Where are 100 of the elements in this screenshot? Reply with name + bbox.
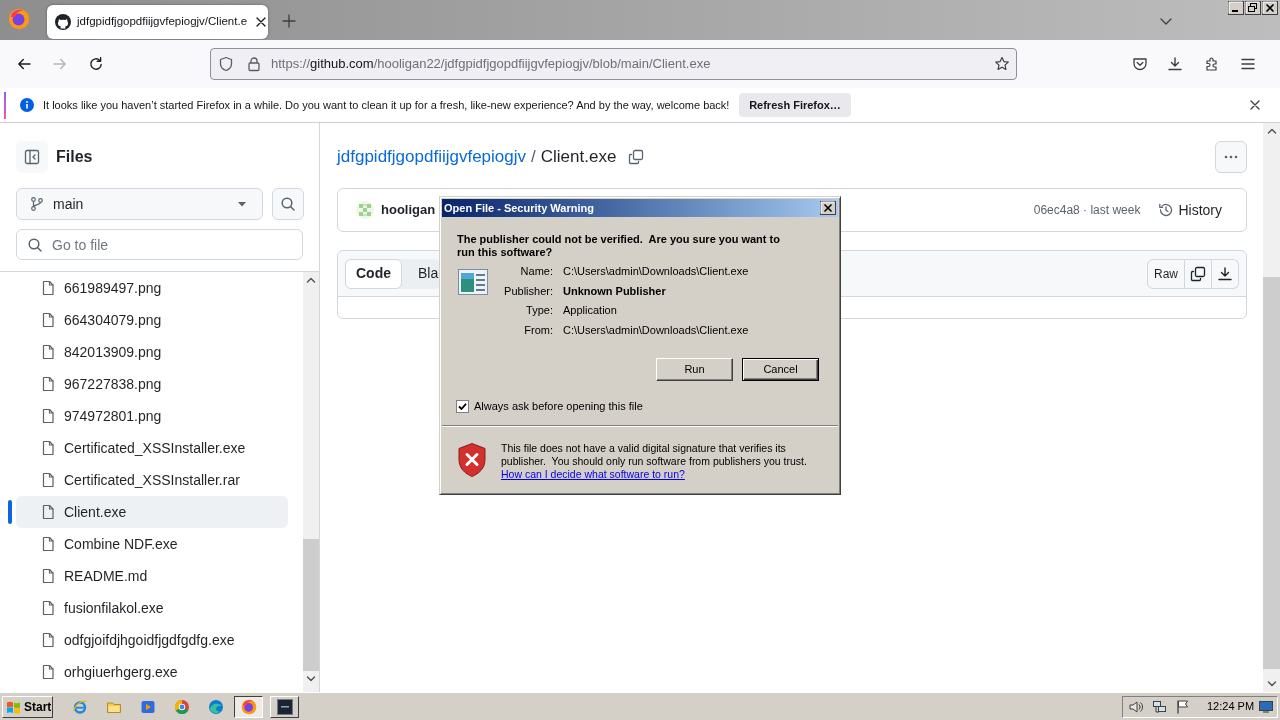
star-icon[interactable] — [994, 56, 1010, 72]
browser-tab[interactable]: jdfgpidfjgopdfiijgvfepiogjv/Client.e — [47, 5, 268, 39]
speaker-icon[interactable] — [1128, 698, 1144, 715]
field-value: C:\Users\admin\Downloads\Client.exe — [563, 322, 749, 338]
console-icon — [276, 698, 293, 715]
checkbox[interactable] — [456, 399, 469, 413]
scrollbar-thumb[interactable] — [303, 539, 319, 671]
scrollbar[interactable] — [1263, 123, 1280, 692]
refresh-button[interactable]: Refresh Firefox… — [739, 93, 851, 117]
ring-logo-icon[interactable] — [174, 698, 190, 715]
scrollbar-thumb[interactable] — [1263, 277, 1280, 669]
notification-message: It looks like you haven’t started Firefox in a while. Do you want to clean it up for a fresh, like-new experience? And by the way, welcome back! — [43, 97, 730, 113]
file-item[interactable]: Certificated_XSSInstaller.rar — [16, 464, 288, 496]
file-item[interactable]: Certificated_XSSInstaller.exe — [16, 432, 288, 464]
play-icon[interactable] — [140, 698, 156, 715]
branch-icon — [29, 196, 45, 212]
back-icon[interactable] — [16, 56, 32, 72]
file-icon — [40, 536, 56, 552]
avatar-icon — [356, 201, 374, 219]
field-value: C:\Users\admin\Downloads\Client.exe — [563, 264, 749, 279]
sidebar-panel-icon — [24, 149, 40, 165]
file-item[interactable]: 842013909.png — [16, 336, 288, 368]
minimize-icon[interactable] — [1228, 1, 1244, 15]
file-icon — [40, 472, 56, 488]
file-icon — [40, 504, 56, 520]
file-icon — [40, 408, 56, 424]
history-icon — [1158, 202, 1175, 218]
plus-icon[interactable] — [281, 13, 297, 29]
clock[interactable]: 12:24 PM — [1207, 698, 1255, 715]
close-icon[interactable] — [1262, 1, 1278, 15]
file-icon — [40, 632, 56, 648]
reload-icon[interactable] — [88, 56, 104, 72]
field-label: Name: — [519, 264, 553, 279]
file-icon — [40, 568, 56, 584]
info-icon — [20, 98, 34, 112]
browser-logo-icon — [240, 698, 257, 715]
file-icon — [40, 344, 56, 360]
repo-link[interactable]: jdfgpidfjgopdfiijgvfepiogjv — [337, 144, 527, 170]
file-item[interactable]: orhgiuerhgerg.exe — [16, 656, 288, 688]
copy-icon[interactable] — [628, 149, 645, 165]
field-value: Unknown Publisher — [563, 283, 667, 299]
search-icon — [27, 237, 43, 253]
field-label: Publisher: — [503, 283, 553, 299]
file-item[interactable]: 664304079.png — [16, 304, 288, 336]
file-icon — [40, 280, 56, 296]
dialog-heading: The publisher could not be verified. Are you sure you want to run this software? — [457, 233, 781, 259]
chevron-badge-icon[interactable] — [1132, 56, 1148, 72]
help-link[interactable]: How can I decide what software to run? — [501, 467, 685, 481]
file-item[interactable]: 974972801.png — [16, 400, 288, 432]
field-value: Application — [563, 303, 618, 318]
file-item[interactable]: 661989497.png — [16, 272, 288, 304]
file-search-field[interactable]: Go to file — [16, 229, 303, 260]
shield-icon[interactable] — [218, 56, 234, 72]
file-icon — [40, 376, 56, 392]
file-icon — [40, 664, 56, 680]
field-label: Type: — [525, 303, 553, 318]
start-button[interactable]: Start — [2, 695, 53, 718]
dialog-button[interactable]: Run — [656, 358, 733, 381]
file-item[interactable]: README.md — [16, 560, 288, 592]
taskbar-window-button[interactable] — [234, 695, 263, 718]
branch-select[interactable]: main — [16, 188, 263, 220]
puzzle-icon[interactable] — [1204, 56, 1220, 72]
dialog-button[interactable]: Cancel — [742, 358, 819, 381]
file-item[interactable]: odfgjoifdjhgoidfjgdfgdfg.exe — [16, 624, 288, 656]
shield-x-icon — [457, 441, 487, 478]
commit-info[interactable]: 06ec4a8 · last week — [1033, 201, 1141, 219]
file-icon — [40, 600, 56, 616]
checkbox-label[interactable]: Always ask before opening this file — [474, 398, 643, 415]
sidebar-toggle-button[interactable] — [16, 141, 48, 173]
menu-icon[interactable] — [1240, 56, 1256, 72]
commit-author[interactable]: hooligan — [381, 200, 436, 220]
selection-indicator — [8, 500, 12, 524]
app-window-icon — [457, 268, 489, 296]
url-text: https://github.com/hooligan22/jdfgpidfjgopdfiijgvfepiogjv/blob/main/Client.exe — [271, 55, 711, 74]
view-tab[interactable]: Bla — [402, 258, 441, 289]
close-icon[interactable] — [820, 201, 836, 215]
monitor-icon[interactable] — [1258, 698, 1274, 715]
cat-logo-icon — [55, 14, 71, 30]
file-item[interactable]: Combine NDF.exe — [16, 528, 288, 560]
scrollbar[interactable] — [303, 272, 319, 692]
raw-button[interactable]: Raw — [1147, 258, 1185, 289]
file-item[interactable]: 967227838.png — [16, 368, 288, 400]
file-item[interactable]: Client.exe — [16, 496, 288, 528]
copy-button[interactable] — [1185, 258, 1212, 289]
download-icon — [1217, 265, 1233, 282]
search-icon — [280, 196, 296, 212]
wave-logo-icon[interactable] — [208, 698, 224, 715]
restore-icon[interactable] — [1245, 1, 1261, 15]
flag-icon[interactable] — [1175, 698, 1191, 715]
download-icon[interactable] — [1167, 56, 1183, 72]
file-item[interactable]: fusionfilakol.exe — [16, 592, 288, 624]
view-tab[interactable]: Code — [345, 258, 402, 289]
download-button[interactable] — [1212, 258, 1239, 289]
copy-icon — [1190, 265, 1206, 282]
history-button[interactable]: History — [1150, 196, 1230, 224]
search-button[interactable] — [272, 188, 304, 220]
network-icon[interactable] — [1152, 698, 1168, 715]
lock-icon[interactable] — [246, 56, 262, 72]
browser-logo-icon[interactable] — [8, 8, 30, 30]
address-bar[interactable]: https://github.com/hooligan22/jdfgpidfjgopdfiijgvfepiogjv/blob/main/Client.exe — [210, 48, 1017, 80]
